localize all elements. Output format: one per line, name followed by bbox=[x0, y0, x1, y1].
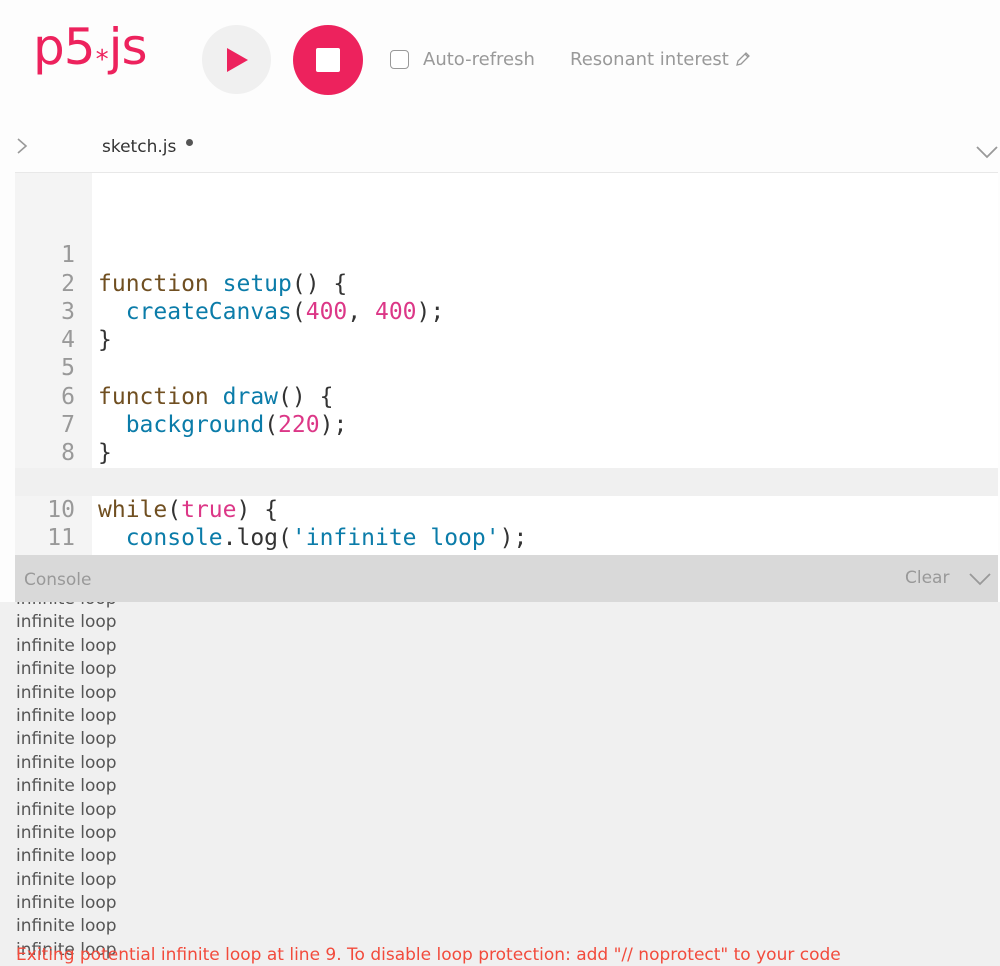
console-log-line: infinite loop bbox=[16, 729, 117, 750]
pencil-icon[interactable] bbox=[734, 50, 752, 68]
line-number: 11 bbox=[47, 525, 75, 552]
toolbar: p5*js Auto-refresh Resonant interest bbox=[0, 0, 1000, 118]
stop-button[interactable] bbox=[293, 25, 363, 95]
p5js-logo[interactable]: p5*js bbox=[33, 22, 148, 75]
console-error-message: Exiting potential infinite loop at line … bbox=[16, 945, 841, 965]
console-log-line: infinite loop bbox=[16, 869, 117, 890]
console-log-line: infinite loop bbox=[16, 822, 117, 843]
console-log-line: infinite loop bbox=[16, 659, 117, 680]
code-line[interactable]: 5 function draw() { bbox=[15, 326, 998, 409]
clear-console-button[interactable]: Clear bbox=[905, 568, 949, 588]
chevron-right-icon[interactable] bbox=[14, 136, 30, 156]
logo-main: p5 bbox=[33, 18, 96, 76]
code-line[interactable]: 7 } bbox=[15, 383, 998, 466]
console-log-line: infinite loop bbox=[16, 776, 117, 797]
code-line[interactable]: 8 bbox=[15, 411, 998, 466]
auto-refresh-toggle[interactable]: Auto-refresh bbox=[390, 47, 535, 71]
console-log-line: infinite loop bbox=[16, 682, 117, 703]
code-text: .log( bbox=[222, 525, 292, 552]
code-line[interactable]: 4 bbox=[15, 298, 998, 353]
console-title: Console bbox=[24, 570, 92, 590]
unsaved-indicator bbox=[186, 139, 193, 146]
code-line[interactable]: 6 background(220); bbox=[15, 354, 998, 438]
console-log-line: infinite loop bbox=[16, 635, 117, 656]
code-line[interactable]: 2 createCanvas(400, 400); bbox=[15, 241, 998, 325]
logo-suffix: js bbox=[108, 18, 148, 76]
console-log-line: infinite loop bbox=[16, 612, 117, 633]
file-tab-row: sketch.js bbox=[0, 118, 1000, 172]
code-line[interactable]: 1 function setup() { bbox=[15, 213, 998, 296]
code-line[interactable]: 9 while(true) { bbox=[15, 439, 998, 523]
code-line[interactable]: 3 } bbox=[15, 270, 998, 353]
code-line-active[interactable]: 10 console.log('infinite loop'); bbox=[15, 467, 998, 551]
chevron-down-icon[interactable] bbox=[968, 570, 992, 588]
console-log-line: infinite loop bbox=[16, 752, 117, 773]
code-lines: 1 function setup() { 2 createCanvas(400,… bbox=[15, 213, 998, 580]
logo-star: * bbox=[95, 45, 109, 75]
console-log-line: infinite loop bbox=[16, 705, 117, 726]
console-output[interactable]: infinite loop infinite loop infinite loop i… bbox=[0, 602, 1000, 966]
string-literal: 'infinite loop' bbox=[291, 525, 500, 552]
console-log-list: infinite loop infinite loop infinite loop i… bbox=[16, 602, 117, 962]
play-button[interactable] bbox=[202, 25, 271, 94]
console-log-line: infinite loop bbox=[16, 602, 117, 611]
console-header: Console Clear bbox=[15, 555, 998, 602]
code-editor[interactable]: 1 function setup() { 2 createCanvas(400,… bbox=[15, 172, 998, 580]
console-log-line: infinite loop bbox=[16, 916, 117, 937]
code-line[interactable]: 11 } bbox=[15, 496, 998, 579]
object-name: console bbox=[125, 525, 223, 552]
play-icon bbox=[226, 47, 248, 72]
stop-icon bbox=[316, 48, 340, 72]
console-log-line: infinite loop bbox=[16, 846, 117, 867]
code-text: ); bbox=[499, 525, 528, 552]
console-log-line: infinite loop bbox=[16, 799, 117, 820]
chevron-down-icon[interactable] bbox=[975, 143, 999, 161]
console-log-line: infinite loop bbox=[16, 893, 117, 914]
sketch-name-label: Resonant interest bbox=[570, 48, 729, 70]
sketch-name[interactable]: Resonant interest bbox=[570, 47, 752, 71]
tab-sketch-js[interactable]: sketch.js bbox=[102, 137, 176, 157]
auto-refresh-label: Auto-refresh bbox=[423, 48, 535, 70]
auto-refresh-checkbox[interactable] bbox=[390, 49, 409, 69]
